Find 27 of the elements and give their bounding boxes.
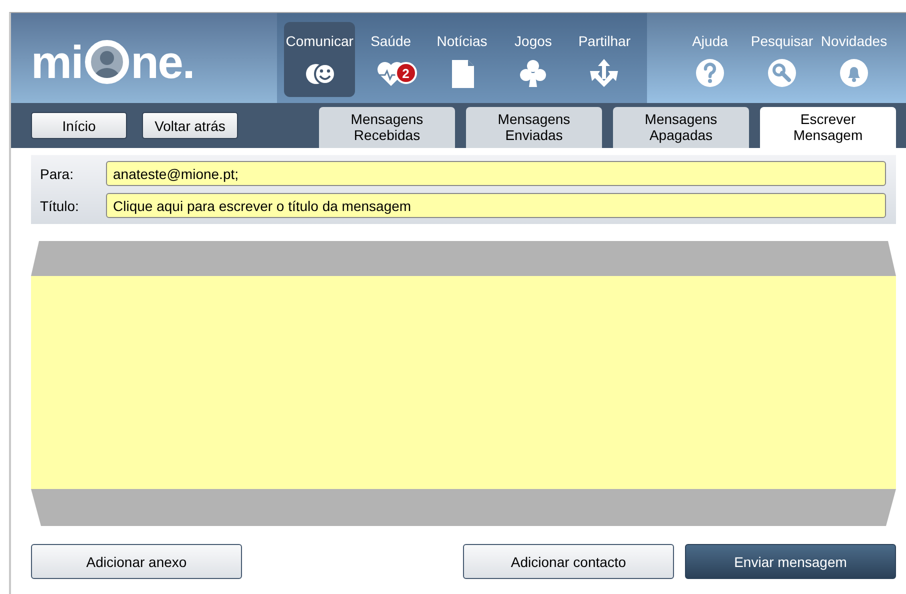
nav-item[interactable]: Comunicar [284, 22, 356, 97]
nav-item[interactable]: Saúde 2 [355, 22, 426, 97]
logo-text: mi [31, 35, 83, 89]
toolbar-button[interactable]: Voltar atrás [142, 112, 238, 139]
tab[interactable]: Mensagens Enviadas [466, 107, 602, 148]
field-label: Título: [40, 198, 80, 214]
arrows-icon [588, 57, 620, 89]
toolbar-button[interactable]: Início [31, 112, 127, 139]
bell-icon [838, 57, 870, 89]
action-button[interactable]: Adicionar anexo [31, 544, 242, 579]
field-label: Para: [40, 166, 74, 182]
search-icon [766, 57, 798, 89]
message-field[interactable] [31, 276, 896, 489]
action-button[interactable]: Adicionar contacto [463, 544, 674, 579]
input-field[interactable]: anateste@mione.pt; [106, 161, 886, 186]
tab[interactable]: Mensagens Recebidas [319, 107, 455, 148]
nav-item[interactable]: Jogos [498, 22, 569, 97]
tab[interactable]: Mensagens Apagadas [613, 107, 749, 148]
send-button[interactable]: Enviar mensagem [685, 544, 896, 579]
help-icon [694, 57, 726, 89]
logo-text: ne. [130, 35, 194, 89]
avatar-icon [84, 39, 130, 85]
nav-item[interactable]: Notícias [426, 22, 498, 97]
tab[interactable]: Escrever Mensagem [760, 107, 896, 148]
input-field[interactable]: Clique aqui para escrever o título da mensagem [106, 193, 886, 218]
nav-item[interactable]: Partilhar [568, 22, 640, 97]
notification-badge: 2 [394, 62, 417, 84]
